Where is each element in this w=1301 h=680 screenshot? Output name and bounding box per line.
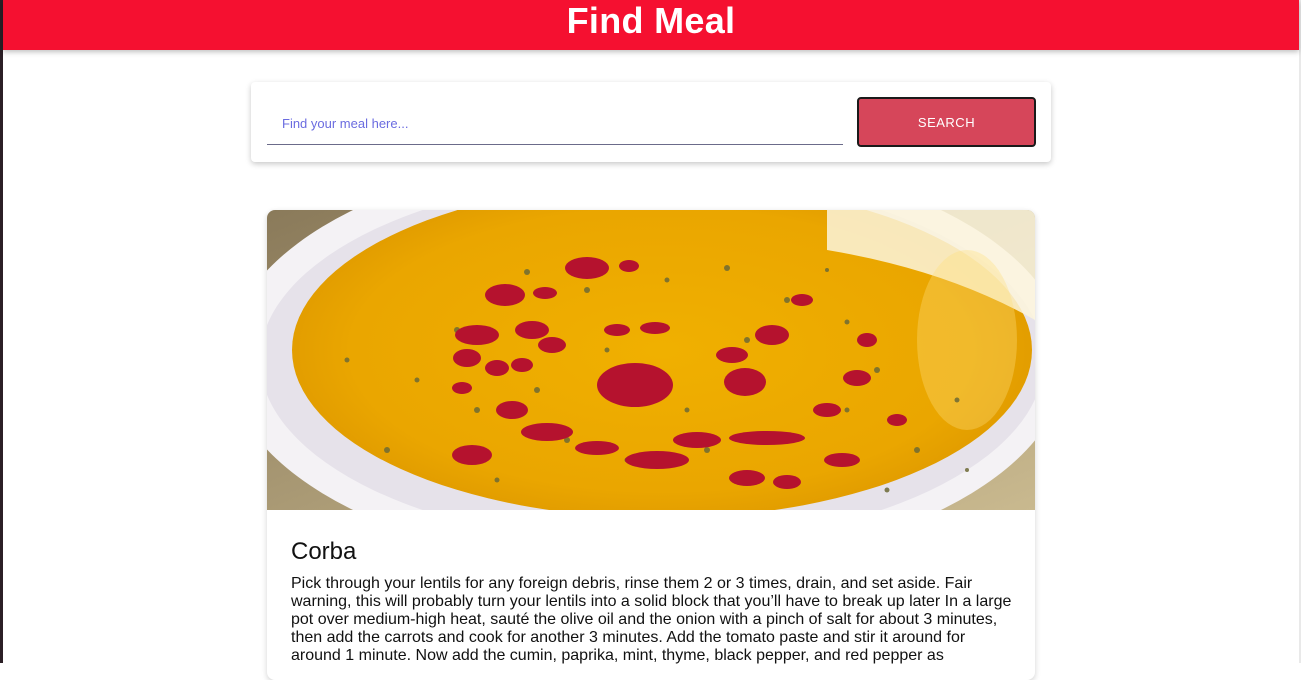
- app-header: Find Meal: [3, 0, 1299, 50]
- search-card: SEARCH: [251, 82, 1051, 162]
- window-edge-left: [0, 0, 3, 663]
- meal-title: Corba: [291, 538, 357, 565]
- page-title: Find Meal: [566, 0, 736, 41]
- search-button[interactable]: SEARCH: [857, 97, 1036, 147]
- meal-card[interactable]: Corba Pick through your lentils for any …: [267, 210, 1035, 680]
- meal-instructions: Pick through your lentils for any foreig…: [291, 575, 1012, 664]
- search-input[interactable]: [267, 102, 843, 145]
- meal-image: [267, 210, 1035, 510]
